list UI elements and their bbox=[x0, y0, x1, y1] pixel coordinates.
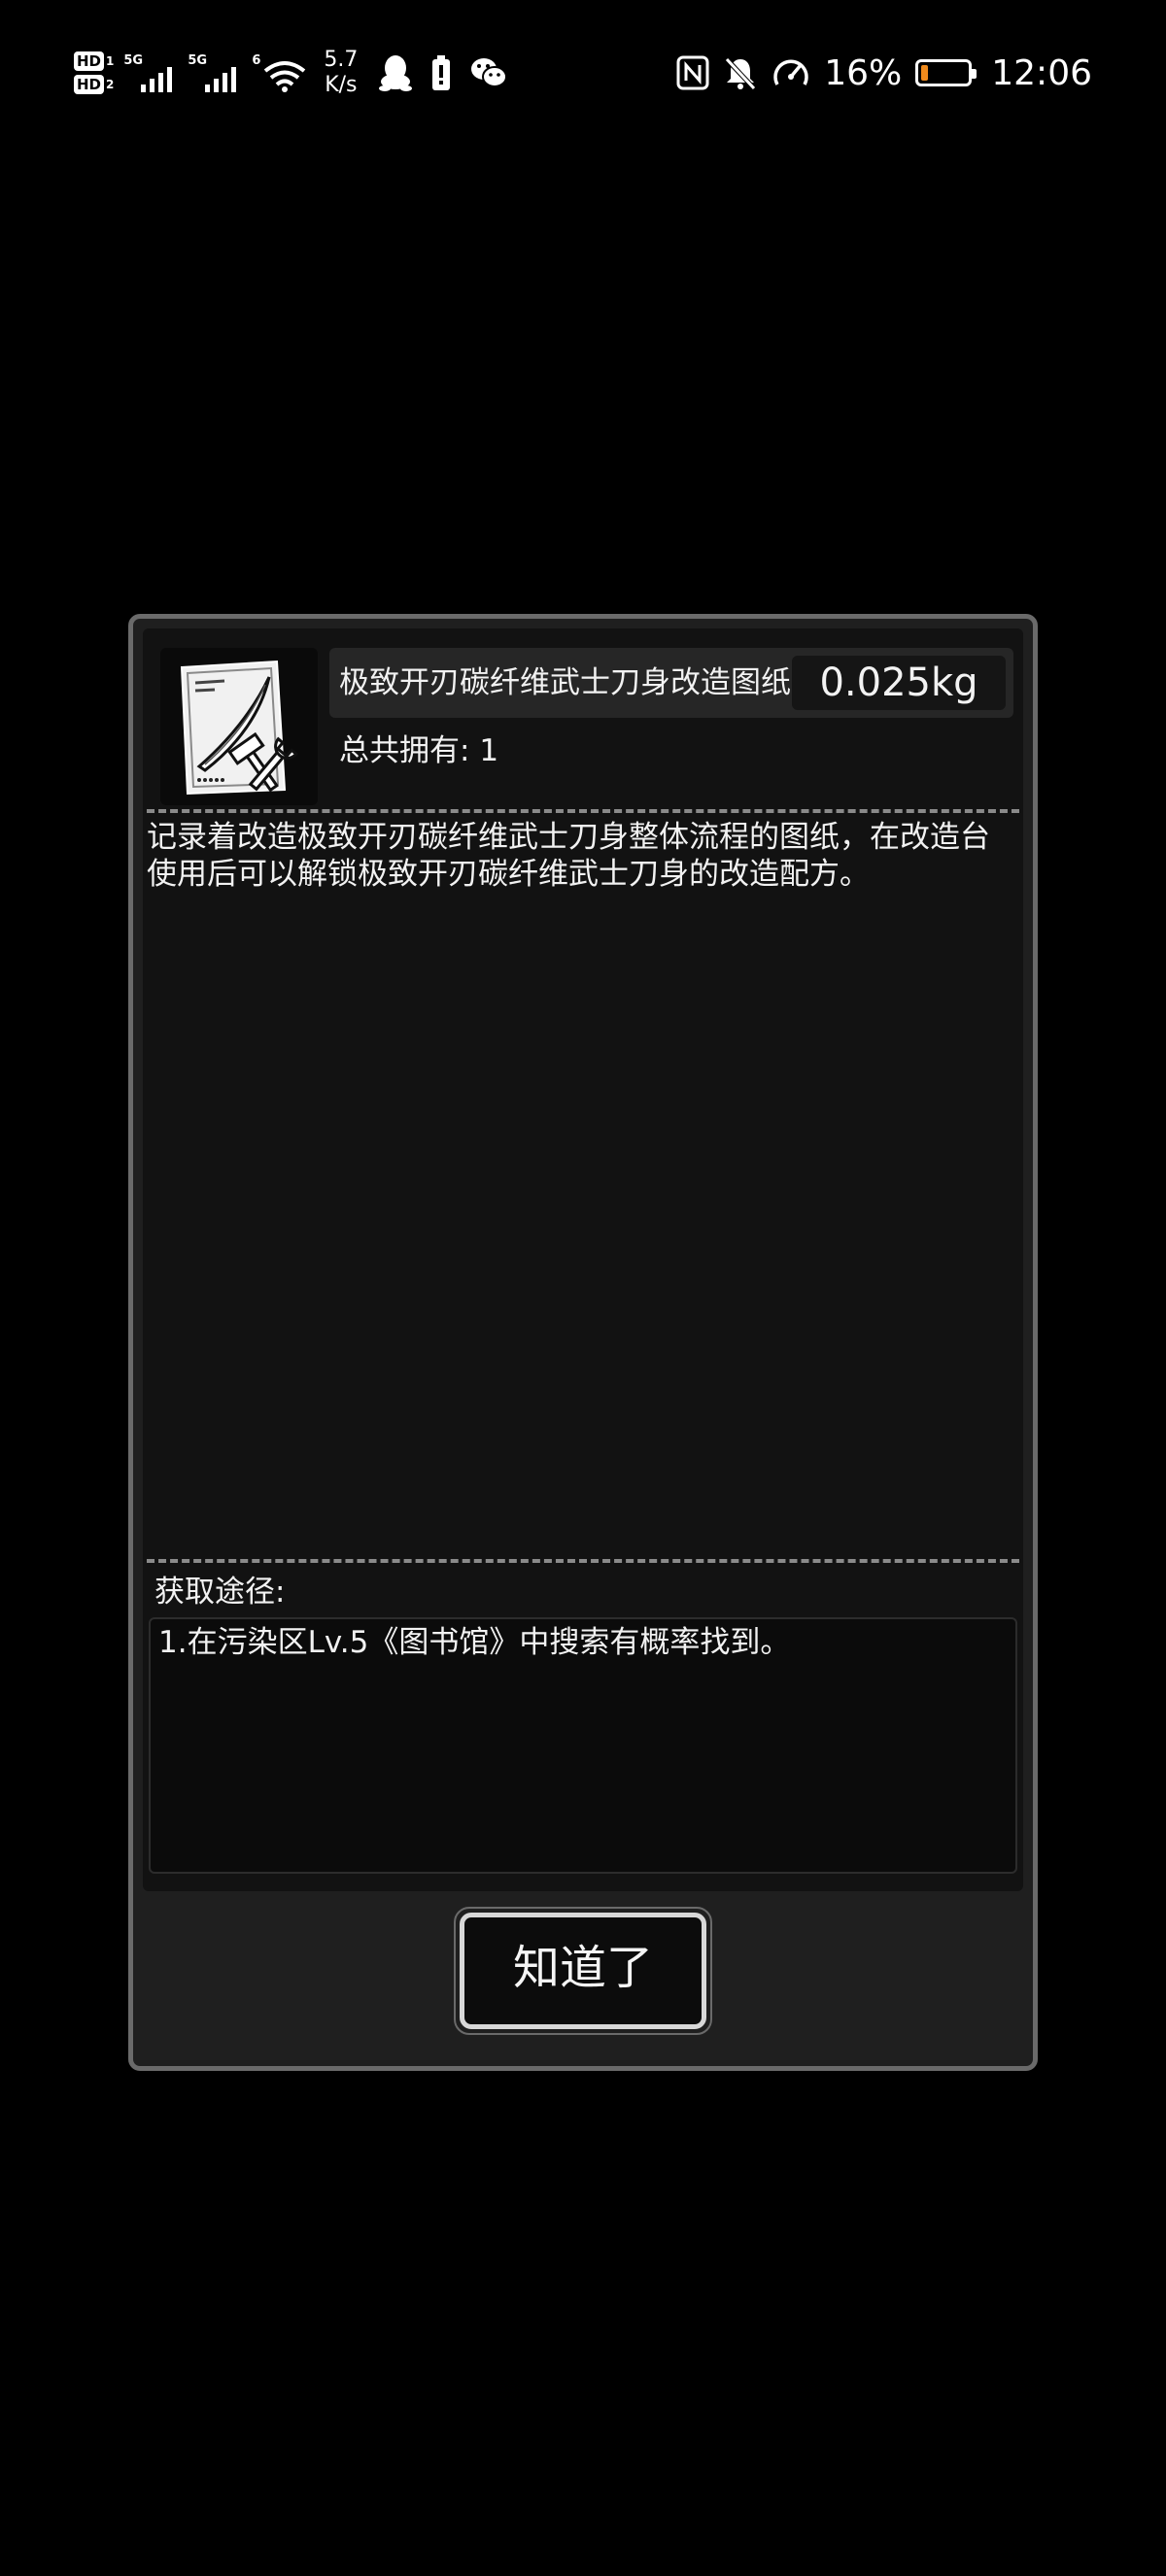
battery-level bbox=[921, 65, 929, 81]
source-box: 1.在污染区Lv.5《图书馆》中搜索有概率找到。 bbox=[149, 1617, 1017, 1874]
source-label: 获取途径: bbox=[154, 1575, 286, 1610]
confirm-button[interactable]: 知道了 bbox=[460, 1913, 706, 2029]
clock: 12:06 bbox=[991, 52, 1092, 93]
hd-label-2: HD bbox=[74, 75, 105, 94]
hd-badge-2: HD 2 bbox=[74, 75, 114, 94]
hd-indicators: HD 1 HD 2 bbox=[74, 51, 114, 94]
battery-saver-icon bbox=[431, 55, 451, 90]
nfc-icon bbox=[676, 55, 709, 90]
hd-badge-1: HD 1 bbox=[74, 51, 114, 71]
item-header: 极致开刃碳纤维武士刀身改造图纸 0.025kg bbox=[329, 648, 1013, 718]
mute-icon bbox=[723, 55, 758, 90]
divider-top bbox=[147, 809, 1019, 813]
blueprint-icon bbox=[160, 648, 318, 805]
wifi-generation: 6 bbox=[252, 53, 261, 68]
hd-label-1: HD bbox=[74, 51, 105, 71]
network-speed-value: 5.7 bbox=[324, 48, 359, 72]
status-left: HD 1 HD 2 5G 5G 6 5.7 K/s bbox=[74, 43, 508, 103]
owned-count-row: 总共拥有: 1 bbox=[339, 722, 498, 780]
battery-percent: 16% bbox=[824, 52, 903, 93]
battery-icon bbox=[915, 59, 977, 86]
source-text: 1.在污染区Lv.5《图书馆》中搜索有概率找到。 bbox=[158, 1625, 791, 1660]
item-name: 极致开刃碳纤维武士刀身改造图纸 bbox=[339, 665, 791, 700]
signal-icon: 5G bbox=[123, 53, 178, 92]
network-speed-unit: K/s bbox=[325, 73, 358, 97]
status-bar: HD 1 HD 2 5G 5G 6 5.7 K/s 16% 12:06 bbox=[0, 0, 1166, 146]
item-weight: 0.025kg bbox=[792, 656, 1006, 710]
wechat-icon bbox=[470, 56, 508, 89]
network-speed: 5.7 K/s bbox=[324, 48, 358, 98]
hd-num-2: 2 bbox=[106, 78, 115, 91]
status-right: 16% 12:06 bbox=[676, 47, 1092, 99]
screen: HD 1 HD 2 5G 5G 6 5.7 K/s 16% 12:06 极致开刃… bbox=[0, 0, 1166, 2576]
owned-count: 1 bbox=[479, 733, 499, 768]
signal-icon-2: 5G bbox=[188, 53, 242, 92]
owned-label: 总共拥有: bbox=[339, 733, 480, 768]
item-description: 记录着改造极致开刃碳纤维武士刀身整体流程的图纸，在改造台使用后可以解锁极致开刃碳… bbox=[147, 820, 990, 892]
divider-bottom bbox=[147, 1559, 1019, 1563]
qq-icon bbox=[379, 54, 413, 91]
hd-num-1: 1 bbox=[106, 54, 115, 68]
item-info-dialog: 极致开刃碳纤维武士刀身改造图纸 0.025kg 总共拥有: 1 记录着改造极致开… bbox=[128, 614, 1038, 2071]
item-info-panel: 极致开刃碳纤维武士刀身改造图纸 0.025kg 总共拥有: 1 记录着改造极致开… bbox=[143, 628, 1023, 1891]
wifi-icon: 6 bbox=[252, 53, 306, 92]
speed-icon bbox=[772, 55, 810, 90]
confirm-button-frame: 知道了 bbox=[454, 1907, 712, 2035]
